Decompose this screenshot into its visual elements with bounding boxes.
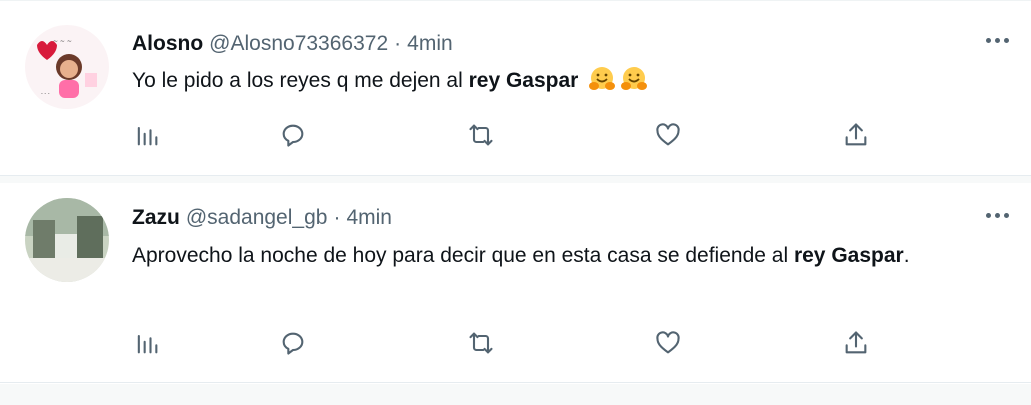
feed-bottom-strip <box>0 384 1031 405</box>
svg-text:~ ~ ~: ~ ~ ~ <box>53 38 72 45</box>
retweet-button[interactable] <box>466 328 496 358</box>
tweet-text-plain: Yo le pido a los reyes q me dejen al <box>132 69 469 92</box>
heart-icon <box>656 123 680 146</box>
tweet-text: Aprovecho la noche de hoy para decir que… <box>132 238 1002 273</box>
avatar[interactable] <box>25 198 109 282</box>
svg-text:- - -: - - - <box>41 91 50 97</box>
action-bar <box>132 120 892 154</box>
views-button[interactable] <box>132 328 162 358</box>
tweet-text-bold: rey Gaspar <box>468 69 579 92</box>
more-dots-icon[interactable] <box>986 213 1009 218</box>
more-dots-icon[interactable] <box>986 38 1009 43</box>
tweet-text-bold: rey Gaspar <box>793 244 904 267</box>
hugging-face-emoji <box>588 65 616 104</box>
hugging-face-emoji <box>620 65 648 104</box>
share-upload-icon <box>845 123 867 146</box>
tweet-text: Yo le pido a los reyes q me dejen al rey… <box>132 63 1002 104</box>
share-button[interactable] <box>841 328 871 358</box>
tweet-header: Zazu @sadangel_gb · 4min <box>132 206 392 230</box>
tweet[interactable]: ~ ~ ~ - - - Alosno @Alosno73366372 · 4mi… <box>0 8 1031 176</box>
tweet-text-plain: Aprovecho la noche de hoy para decir que… <box>132 244 794 267</box>
speech-bubble-icon <box>282 332 304 355</box>
user-handle[interactable]: @Alosno73366372 <box>209 32 388 56</box>
reply-button[interactable] <box>278 120 308 150</box>
like-button[interactable] <box>653 120 683 150</box>
bar-chart-icon <box>137 126 158 146</box>
tweet-separator <box>0 176 1031 183</box>
timestamp[interactable]: 4min <box>407 32 453 56</box>
header-separator: · <box>394 32 402 55</box>
retweet-button[interactable] <box>466 120 496 150</box>
avatar-image <box>25 198 109 282</box>
top-divider <box>0 0 1031 6</box>
avatar-image: ~ ~ ~ - - - <box>25 25 109 109</box>
heart-icon <box>656 331 680 354</box>
tweet[interactable]: Zazu @sadangel_gb · 4min Aprovecho la no… <box>0 183 1031 383</box>
bar-chart-icon <box>137 334 158 354</box>
display-name[interactable]: Zazu <box>132 206 180 230</box>
reply-button[interactable] <box>278 328 308 358</box>
share-button[interactable] <box>841 120 871 150</box>
tweet-text-after: . <box>903 244 910 267</box>
retweet-icon <box>469 332 493 354</box>
share-upload-icon <box>845 331 867 354</box>
user-handle[interactable]: @sadangel_gb <box>186 206 328 230</box>
speech-bubble-icon <box>282 124 304 147</box>
views-button[interactable] <box>132 120 162 150</box>
avatar[interactable]: ~ ~ ~ - - - <box>25 25 109 109</box>
header-separator: · <box>333 206 341 229</box>
timestamp[interactable]: 4min <box>346 206 392 230</box>
like-button[interactable] <box>653 328 683 358</box>
tweet-header: Alosno @Alosno73366372 · 4min <box>132 32 453 56</box>
action-bar <box>132 328 892 362</box>
display-name[interactable]: Alosno <box>132 32 203 56</box>
retweet-icon <box>469 124 493 146</box>
